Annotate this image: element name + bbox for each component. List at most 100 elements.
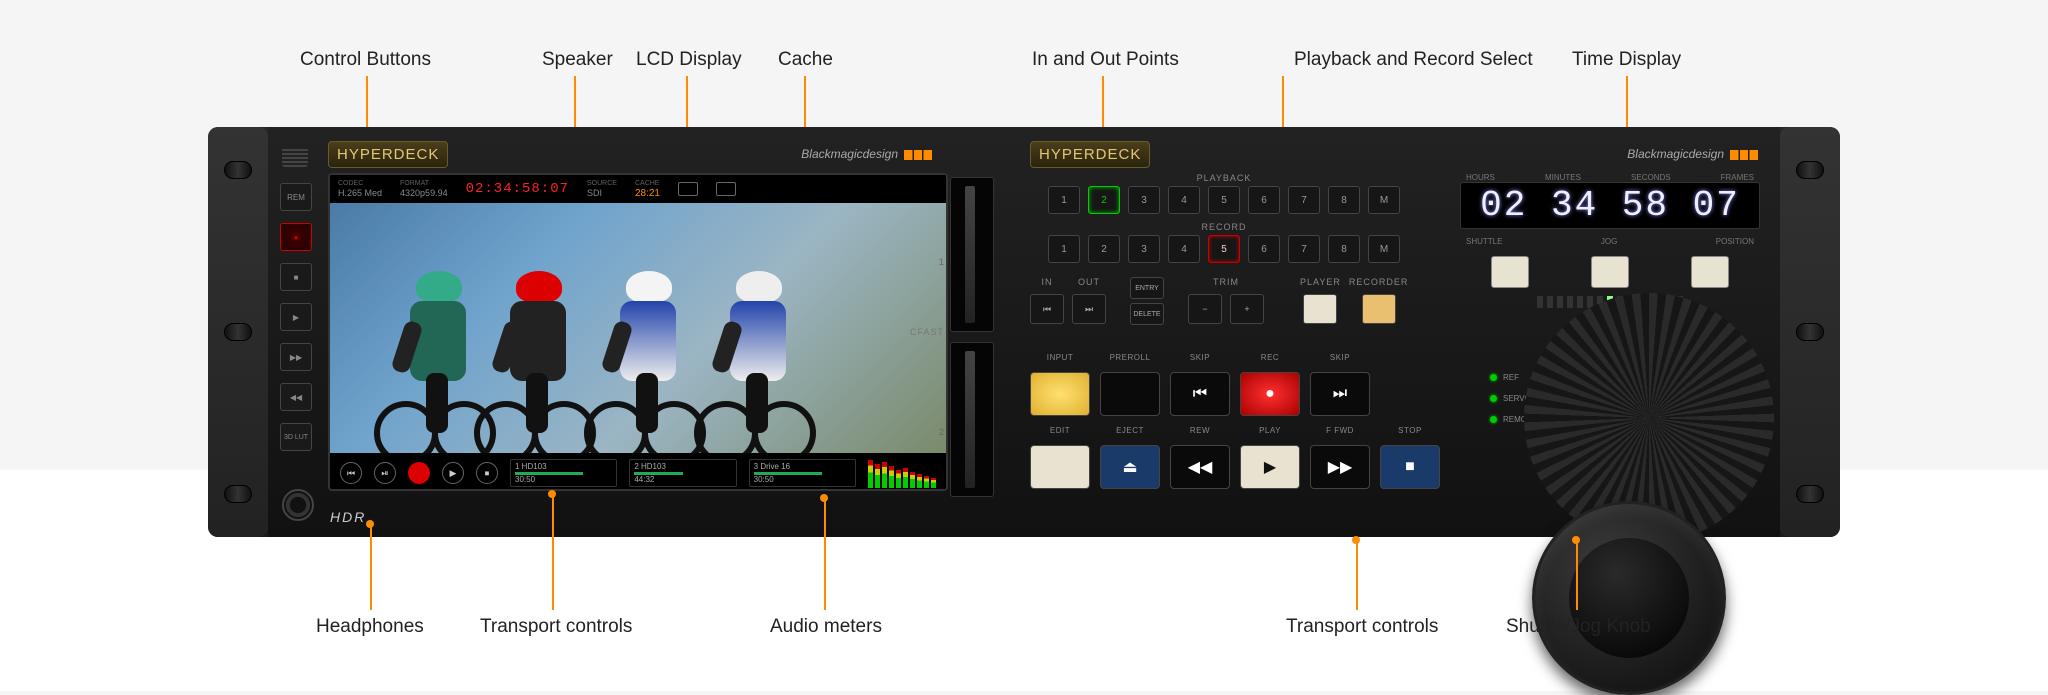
rec-button[interactable]: ●	[1240, 372, 1300, 416]
rewind-button[interactable]: ◀◀	[1170, 445, 1230, 489]
shuttle-jog-knob[interactable]	[1532, 501, 1726, 695]
timecode: 02:34:58:07	[466, 181, 569, 197]
record-6[interactable]: 6	[1248, 235, 1280, 263]
in-out-section: IN⏮ OUT⏭ ENTRY DELETE TRIM −+ PLAYER REC…	[1030, 277, 1408, 325]
preroll-button[interactable]	[1100, 372, 1160, 416]
callout-dot	[548, 490, 556, 498]
transport-section: INPUT PREROLL SKIP REC SKIP ⏮ ● ⏭ EDIT E…	[1030, 353, 1470, 499]
audio-meters	[868, 458, 936, 488]
ffwd-button[interactable]: ▶▶	[280, 343, 312, 371]
callout-dot	[366, 520, 374, 528]
shuttle-button[interactable]	[1491, 256, 1529, 288]
playback-6[interactable]: 6	[1248, 186, 1280, 214]
cfast-slot-1-num: 1	[939, 257, 944, 267]
format-value: 4320p59.94	[400, 188, 448, 198]
skip-fwd-button[interactable]: ⏭	[1310, 372, 1370, 416]
trim-plus-button[interactable]: +	[1230, 294, 1264, 324]
record-4[interactable]: 4	[1168, 235, 1200, 263]
record-2[interactable]: 2	[1088, 235, 1120, 263]
headphone-jack[interactable]	[282, 489, 314, 521]
lcd-record-button[interactable]	[408, 462, 430, 484]
jog-label: JOG	[1601, 237, 1617, 246]
entry-button[interactable]: ENTRY	[1130, 277, 1164, 299]
lcd-stop-button[interactable]: ⏹	[476, 462, 498, 484]
hyperdeck-badge: HYPERDECK	[328, 141, 448, 168]
out-label: OUT	[1078, 277, 1100, 287]
record-8[interactable]: 8	[1328, 235, 1360, 263]
drive-2[interactable]: 2 HD10344:32	[629, 459, 736, 487]
blackmagic-logo: Blackmagicdesign	[801, 147, 932, 161]
player-label: PLAYER	[1300, 277, 1341, 287]
callout-line	[370, 524, 372, 610]
label-headphones: Headphones	[316, 616, 424, 638]
hyperdeck-badge-r: HYPERDECK	[1030, 141, 1150, 168]
drive-1[interactable]: 1 HD10330:50	[510, 459, 617, 487]
playback-8[interactable]: 8	[1328, 186, 1360, 214]
in-button[interactable]: ⏮	[1030, 294, 1064, 324]
playback-2[interactable]: 2	[1088, 186, 1120, 214]
input-button[interactable]	[1030, 372, 1090, 416]
video-preview	[330, 203, 946, 453]
playpause-button[interactable]: ⏯	[374, 462, 396, 484]
skip-back-button[interactable]: ⏮	[1170, 372, 1230, 416]
stop-button-main[interactable]: ■	[1380, 445, 1440, 489]
label-time-display: Time Display	[1572, 49, 1681, 71]
preroll-label: PREROLL	[1100, 353, 1160, 362]
jog-button[interactable]	[1591, 256, 1629, 288]
format-label: FORMAT	[400, 180, 448, 187]
lcd-bottom-bar: ⏮ ⏯ ▶ ⏹ 1 HD10330:50 2 HD10344:32 3 Driv…	[330, 453, 946, 491]
playback-7[interactable]: 7	[1288, 186, 1320, 214]
play-button-main[interactable]: ▶	[1240, 445, 1300, 489]
record-3[interactable]: 3	[1128, 235, 1160, 263]
controller-module: HYPERDECK Blackmagicdesign PLAYBACK 1 2 …	[1012, 127, 1780, 537]
lcd-play-button[interactable]: ▶	[442, 462, 464, 484]
recorder-module: HYPERDECK Blackmagicdesign REM ● ■ ▶ ▶▶ …	[268, 127, 1012, 537]
ffwd-button-main[interactable]: ▶▶	[1310, 445, 1370, 489]
source-value: SDI	[587, 188, 617, 198]
trim-label: TRIM	[1213, 277, 1239, 287]
eject-button[interactable]: ⏏	[1100, 445, 1160, 489]
out-button[interactable]: ⏭	[1072, 294, 1106, 324]
time-display: HOURS MINUTES SECONDS FRAMES 02 34 58 07…	[1460, 173, 1760, 308]
callout-line	[824, 498, 826, 610]
playback-4[interactable]: 4	[1168, 186, 1200, 214]
cfast-slot-1[interactable]	[950, 177, 994, 332]
minutes-label: MINUTES	[1545, 173, 1581, 182]
playback-1[interactable]: 1	[1048, 186, 1080, 214]
cfast-slot-2[interactable]	[950, 342, 994, 497]
playback-m[interactable]: M	[1368, 186, 1400, 214]
recorder-button[interactable]	[1362, 294, 1396, 324]
stop-button[interactable]: ■	[280, 263, 312, 291]
skip-fwd-label: SKIP	[1310, 353, 1370, 362]
lut-button[interactable]: 3D LUT	[280, 423, 312, 451]
playback-row: 1 2 3 4 5 6 7 8 M	[1030, 186, 1418, 214]
rem-button[interactable]: REM	[280, 183, 312, 211]
cache-label: CACHE	[635, 180, 660, 187]
trim-minus-button[interactable]: −	[1188, 294, 1222, 324]
record-7[interactable]: 7	[1288, 235, 1320, 263]
cfast-slot-2-num: 2	[939, 427, 944, 437]
drive-3[interactable]: 3 Drive 1630:50	[749, 459, 856, 487]
edit-label: EDIT	[1030, 426, 1090, 435]
playback-3[interactable]: 3	[1128, 186, 1160, 214]
delete-button[interactable]: DELETE	[1130, 303, 1164, 325]
position-button[interactable]	[1691, 256, 1729, 288]
frames-label: FRAMES	[1721, 173, 1754, 182]
rack-ear-right	[1780, 127, 1840, 537]
record-m[interactable]: M	[1368, 235, 1400, 263]
record-1[interactable]: 1	[1048, 235, 1080, 263]
ffwd-label: F FWD	[1310, 426, 1370, 435]
hyperdeck-rack: HYPERDECK Blackmagicdesign REM ● ■ ▶ ▶▶ …	[208, 127, 1840, 537]
playback-label: PLAYBACK	[1030, 173, 1418, 183]
player-button[interactable]	[1303, 294, 1337, 324]
play-button[interactable]: ▶	[280, 303, 312, 331]
edit-button[interactable]	[1030, 445, 1090, 489]
menu-icon	[716, 182, 736, 196]
prev-button[interactable]: ⏮	[340, 462, 362, 484]
record-5[interactable]: 5	[1208, 235, 1240, 263]
rew-button[interactable]: ◀◀	[280, 383, 312, 411]
record-button[interactable]: ●	[280, 223, 312, 251]
label-cache: Cache	[778, 49, 833, 71]
lcd-display[interactable]: CODECH.265 Med FORMAT4320p59.94 02:34:58…	[328, 173, 948, 491]
playback-5[interactable]: 5	[1208, 186, 1240, 214]
